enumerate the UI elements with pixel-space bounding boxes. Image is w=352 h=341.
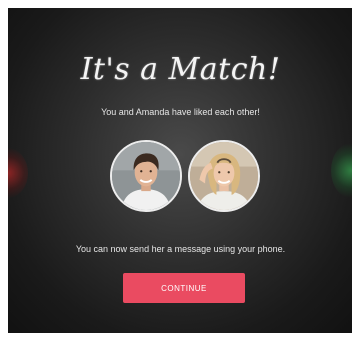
match-title: It's a Match! (80, 52, 281, 87)
match-subtitle: You and Amanda have liked each other! (101, 107, 260, 117)
nope-glow (8, 148, 28, 198)
match-avatar (188, 140, 260, 212)
user-avatar (110, 140, 182, 212)
match-message: You can now send her a message using you… (75, 244, 286, 254)
man-photo (112, 142, 180, 210)
continue-button[interactable]: CONTINUE (123, 273, 245, 303)
match-screen: It's a Match! You and Amanda have liked … (8, 8, 352, 333)
woman-photo (190, 142, 258, 210)
like-glow (331, 143, 352, 198)
